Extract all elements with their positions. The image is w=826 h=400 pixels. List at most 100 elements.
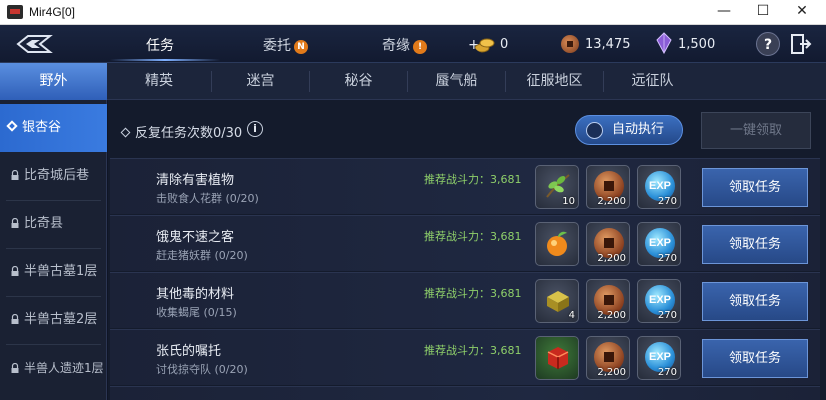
recommended-power: 推荐战斗力：3,681	[424, 230, 522, 243]
copper-coin-icon	[561, 35, 579, 53]
sidebar-item-orc-ruins-1[interactable]: 半兽人遗迹1层	[0, 344, 107, 392]
sidebar-item-label: 比奇县	[24, 216, 64, 231]
minimize-button[interactable]: —	[706, 0, 742, 25]
claim-quest-button[interactable]: 领取任务	[702, 282, 808, 321]
quest-panel: 反复任务次数0/30 i 自动执行 一键领取 清除有害植物 击败食人花群 (0/…	[108, 100, 826, 400]
quest-name: 张氏的嘱托	[156, 344, 222, 359]
recommended-power: 推荐战斗力：3,681	[424, 344, 522, 357]
reward-count: 2,200	[597, 196, 626, 207]
sidebar-item-label: 半兽人遗迹1层	[24, 361, 104, 375]
tab-maze[interactable]: 迷宫	[212, 63, 309, 100]
sidebar-item-label: 银杏谷	[22, 120, 62, 135]
reward-count: 270	[657, 253, 677, 264]
auto-execute-label: 自动执行	[612, 122, 665, 137]
exit-icon[interactable]	[790, 32, 812, 56]
darksteel-crystal-icon	[656, 32, 672, 54]
reward-item[interactable]: 10	[535, 165, 579, 209]
reward-exp[interactable]: EXP 270	[637, 222, 681, 266]
reward-count: 10	[562, 196, 575, 207]
lock-icon	[11, 170, 19, 180]
sidebar-item-label: 比奇城后巷	[24, 168, 90, 183]
fruit-icon	[547, 231, 567, 256]
tab-conquest[interactable]: 征服地区	[506, 63, 603, 100]
selected-diamond-icon	[6, 120, 18, 132]
red-chest-icon	[547, 347, 569, 369]
sidebar-item-ginkgo-valley[interactable]: 银杏谷	[0, 104, 107, 152]
sidebar-item-orc-tomb-1[interactable]: 半兽古墓1层	[0, 248, 107, 296]
sidebar-item-label: 半兽古墓2层	[24, 312, 98, 327]
tab-quest[interactable]: 任务	[146, 35, 174, 55]
tab-commission-label: 委托	[263, 38, 291, 54]
diamond-icon	[120, 127, 131, 138]
gold-value: 0	[500, 37, 509, 52]
window-title: Mir4G[0]	[29, 5, 76, 19]
alert-badge: !	[413, 40, 427, 54]
reward-exp[interactable]: EXP 270	[637, 165, 681, 209]
quest-row: 张氏的嘱托 讨伐掠夺队 (0/20) 推荐战斗力：3,681 2,200 EXP…	[110, 329, 820, 385]
info-icon[interactable]: i	[247, 121, 263, 137]
reward-copper[interactable]: 2,200	[586, 336, 630, 380]
new-badge: N	[294, 40, 308, 54]
window-titlebar: Mir4G[0] — ☐ ✕	[0, 0, 826, 25]
reward-copper[interactable]: 2,200	[586, 165, 630, 209]
reward-item[interactable]: 4	[535, 279, 579, 323]
sidebar-item-label: 半兽古墓1层	[24, 264, 98, 279]
reward-item[interactable]	[535, 222, 579, 266]
recommended-power: 推荐战斗力：3,681	[424, 173, 522, 186]
help-button[interactable]: ?	[756, 32, 780, 56]
quest-name: 其他毒的材料	[156, 287, 235, 302]
reward-count: 270	[657, 367, 677, 378]
back-icon[interactable]	[14, 33, 54, 55]
tab-expedition[interactable]: 远征队	[604, 63, 701, 100]
crystal-value: 1,500	[678, 37, 716, 52]
copper-value: 13,475	[585, 37, 631, 52]
tab-mirage-ship[interactable]: 蜃气船	[408, 63, 505, 100]
lock-icon	[11, 363, 19, 373]
repeat-count-text: 反复任务次数0/30	[135, 126, 243, 141]
category-tabs: 野外 精英 迷宫 秘谷 蜃气船 征服地区 远征队	[0, 63, 826, 100]
reward-copper[interactable]: 2,200	[586, 222, 630, 266]
tab-adventure[interactable]: 奇缘!	[382, 35, 427, 55]
tab-field[interactable]: 野外	[0, 63, 107, 100]
repeat-count-label: 反复任务次数0/30	[120, 122, 243, 141]
lock-icon	[11, 218, 19, 228]
sidebar-item-bichon-alley[interactable]: 比奇城后巷	[0, 152, 107, 200]
reward-count: 270	[657, 196, 677, 207]
claim-quest-button[interactable]: 领取任务	[702, 168, 808, 207]
region-sidebar: 银杏谷 比奇城后巷 比奇县 半兽古墓1层 半兽古墓2层 半兽人遗迹1层	[0, 100, 107, 400]
app-icon	[7, 5, 23, 19]
reward-exp[interactable]: EXP 270	[637, 279, 681, 323]
quest-objective: 收集蝎尾 (0/15)	[156, 306, 237, 319]
reward-exp[interactable]: EXP 270	[637, 336, 681, 380]
recommended-power: 推荐战斗力：3,681	[424, 287, 522, 300]
claim-quest-button[interactable]: 领取任务	[702, 225, 808, 264]
sync-icon	[586, 122, 603, 139]
quest-row-partial	[110, 386, 820, 400]
tab-adventure-label: 奇缘	[382, 38, 410, 54]
reward-count: 4	[568, 310, 575, 321]
tab-secret-valley[interactable]: 秘谷	[310, 63, 407, 100]
quest-row: 饿鬼不速之客 赶走猪妖群 (0/20) 推荐战斗力：3,681 2,200 EX…	[110, 215, 820, 271]
lock-icon	[11, 266, 19, 276]
maximize-button[interactable]: ☐	[745, 0, 781, 25]
reward-count: 2,200	[597, 253, 626, 264]
quest-row: 其他毒的材料 收集蝎尾 (0/15) 推荐战斗力：3,681 4 2,200 E…	[110, 272, 820, 328]
reward-item[interactable]	[535, 336, 579, 380]
quest-objective: 击败食人花群 (0/20)	[156, 192, 259, 205]
reward-copper[interactable]: 2,200	[586, 279, 630, 323]
sidebar-item-bichon-county[interactable]: 比奇县	[0, 200, 107, 248]
reward-count: 2,200	[597, 367, 626, 378]
gold-coins-icon	[474, 38, 495, 53]
active-tab-indicator	[110, 59, 220, 61]
claim-quest-button[interactable]: 领取任务	[702, 339, 808, 378]
close-button[interactable]: ✕	[784, 0, 820, 25]
auto-execute-button[interactable]: 自动执行	[575, 115, 683, 145]
sidebar-item-orc-tomb-2[interactable]: 半兽古墓2层	[0, 296, 107, 344]
tab-elite[interactable]: 精英	[107, 63, 211, 100]
claim-all-button[interactable]: 一键领取	[701, 112, 811, 149]
reward-count: 2,200	[597, 310, 626, 321]
reward-count: 270	[657, 310, 677, 321]
quest-row: 清除有害植物 击败食人花群 (0/20) 推荐战斗力：3,681 10 2,20…	[110, 158, 820, 214]
tab-commission[interactable]: 委托 N	[263, 35, 308, 55]
lock-icon	[11, 314, 19, 324]
